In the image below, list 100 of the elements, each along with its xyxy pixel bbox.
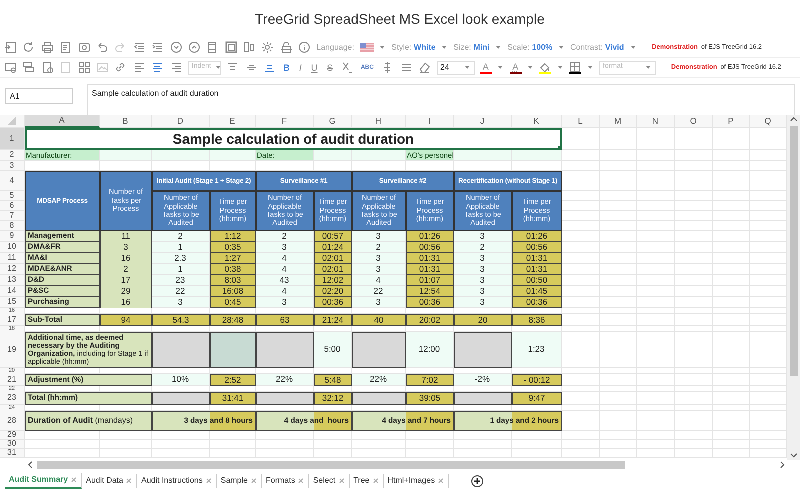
row-header[interactable]: 12	[0, 264, 25, 275]
row-header[interactable]: 21	[0, 374, 25, 386]
window-icon[interactable]	[4, 61, 17, 74]
row-header[interactable]: 7	[0, 211, 25, 221]
align-left-icon[interactable]	[132, 61, 146, 74]
input-field[interactable]	[454, 150, 512, 161]
scroll-right-icon[interactable]	[778, 461, 787, 469]
column-header[interactable]: H	[352, 115, 406, 128]
row-header[interactable]: 30	[0, 440, 25, 449]
scroll-up-icon[interactable]	[788, 115, 798, 124]
row-header[interactable]: 8	[0, 221, 25, 231]
font-size-select[interactable]: 24	[436, 60, 475, 74]
column-header[interactable]: B	[100, 115, 152, 128]
row-header[interactable]: 19	[0, 332, 25, 368]
column-header[interactable]: P	[713, 115, 750, 128]
eraser-icon[interactable]	[418, 61, 432, 74]
row-header[interactable]: 14	[0, 286, 25, 297]
sheet-tab[interactable]: Audit Instructions	[137, 474, 217, 488]
row-header[interactable]: 15	[0, 297, 25, 308]
flag-icon[interactable]	[360, 43, 374, 52]
column-header[interactable]: N	[637, 115, 675, 128]
row-header[interactable]: 5	[0, 191, 25, 201]
input-field[interactable]	[210, 150, 256, 161]
align-center-icon[interactable]	[151, 61, 164, 74]
row-header[interactable]: 9	[0, 231, 25, 242]
sheet-tab[interactable]: Tree	[350, 474, 384, 488]
row-header[interactable]: 13	[0, 275, 25, 286]
refresh-icon[interactable]	[22, 41, 36, 54]
collapse-icon[interactable]	[170, 41, 183, 54]
scrollbar-thumb[interactable]	[790, 126, 798, 376]
close-icon[interactable]	[298, 478, 304, 484]
document-add-icon[interactable]	[40, 61, 54, 74]
stack-icon[interactable]	[22, 61, 36, 74]
page-icon[interactable]	[206, 41, 220, 54]
columns-icon[interactable]	[243, 41, 256, 54]
row-header[interactable]: 3	[0, 161, 25, 171]
print-icon[interactable]	[40, 41, 54, 54]
input-field[interactable]	[314, 150, 352, 161]
italic-button[interactable]: I	[297, 62, 304, 74]
sheet-tab[interactable]: Formats	[262, 474, 310, 488]
fill-color-button[interactable]	[539, 62, 552, 74]
close-icon[interactable]	[372, 478, 379, 484]
underline-button[interactable]: U	[309, 62, 320, 74]
sheet-tab[interactable]: Select	[309, 474, 350, 488]
grid-icon[interactable]	[78, 61, 91, 74]
close-icon[interactable]	[250, 478, 257, 484]
exit-icon[interactable]	[4, 41, 17, 54]
info-icon[interactable]	[298, 41, 312, 54]
vertical-scrollbar[interactable]	[787, 115, 800, 460]
indent-icon[interactable]	[151, 41, 164, 54]
column-header[interactable]: K	[512, 115, 562, 128]
bold-button[interactable]: B	[281, 62, 292, 74]
column-header[interactable]: J	[454, 115, 512, 128]
lock-icon[interactable]	[280, 41, 293, 54]
sheet-tab[interactable]: Sample	[216, 474, 262, 488]
scrollbar-thumb[interactable]	[37, 461, 625, 469]
column-header[interactable]: G	[314, 115, 352, 128]
column-header[interactable]: Q	[750, 115, 787, 128]
row-header[interactable]: 23	[0, 392, 25, 405]
input-field[interactable]	[352, 150, 406, 161]
column-header[interactable]: E	[210, 115, 256, 128]
input-field[interactable]	[152, 150, 210, 161]
scroll-left-icon[interactable]	[26, 461, 35, 469]
document-icon[interactable]	[59, 41, 72, 54]
close-icon[interactable]	[438, 478, 444, 484]
close-icon[interactable]	[71, 477, 78, 483]
align-right-icon[interactable]	[170, 61, 183, 74]
add-sheet-icon[interactable]	[471, 474, 484, 488]
row-header[interactable]: 2	[0, 150, 25, 161]
row-header[interactable]: 11	[0, 253, 25, 264]
column-header[interactable]: O	[675, 115, 713, 128]
strike-button[interactable]: S	[325, 62, 336, 74]
column-header[interactable]: I	[406, 115, 454, 128]
settings-icon[interactable]	[261, 41, 274, 54]
setting-value[interactable]: Vivid	[605, 42, 624, 54]
setting-value[interactable]: Mini	[474, 42, 490, 54]
column-header[interactable]: D	[152, 115, 210, 128]
sheet-tab[interactable]: Audit Data	[82, 474, 138, 488]
setting-value[interactable]: White	[414, 42, 436, 54]
outdent-icon[interactable]	[132, 41, 146, 54]
row-header[interactable]: 6	[0, 201, 25, 211]
close-icon[interactable]	[206, 478, 212, 484]
input-field[interactable]	[512, 150, 562, 161]
row-header[interactable]: 29	[0, 431, 25, 440]
row-header[interactable]: 1	[0, 128, 25, 150]
sheet-tab[interactable]: Audit Summary	[5, 473, 82, 489]
row-header[interactable]: 17	[0, 314, 25, 326]
row-header[interactable]: 10	[0, 242, 25, 253]
setting-value[interactable]: 100%	[532, 42, 553, 54]
camera-icon[interactable]	[78, 41, 91, 54]
close-icon[interactable]	[338, 478, 345, 484]
cell-reference-field[interactable]: A1	[5, 88, 73, 104]
undo-icon[interactable]	[96, 41, 109, 54]
input-field[interactable]	[100, 150, 152, 161]
row-header[interactable]: 31	[0, 449, 25, 458]
expand-icon[interactable]	[188, 41, 201, 54]
sheet-tab[interactable]: Html+Images	[384, 474, 450, 488]
scroll-down-icon[interactable]	[788, 451, 798, 460]
column-header[interactable]: A	[25, 115, 100, 128]
row-header[interactable]: 28	[0, 411, 25, 431]
